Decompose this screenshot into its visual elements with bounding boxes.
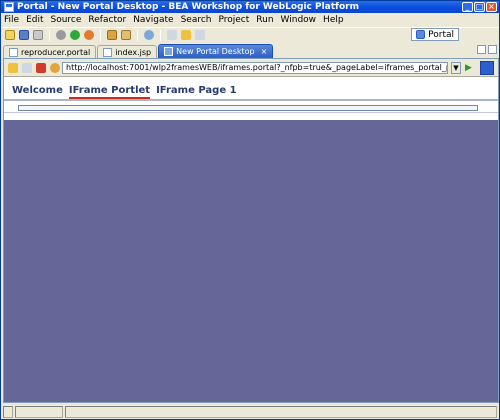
portal-tab-iframe-portlet[interactable]: IFrame Portlet	[68, 85, 151, 99]
debug-icon[interactable]	[56, 30, 66, 40]
window-title: Portal - New Portal Desktop - BEA Worksh…	[17, 2, 359, 12]
menu-window[interactable]: Window	[281, 15, 317, 25]
portal-header: Welcome IFrame Portlet IFrame Page 1	[4, 77, 498, 101]
tab-reproducer-portal[interactable]: reproducer.portal	[3, 45, 97, 58]
status-cell	[65, 406, 497, 418]
tab-label: index.jsp	[115, 47, 152, 57]
jsp-file-icon	[103, 47, 113, 57]
external-tools-icon[interactable]	[84, 30, 94, 40]
menu-help[interactable]: Help	[323, 15, 344, 25]
url-dropdown-icon[interactable]: ▼	[451, 62, 461, 74]
menu-file[interactable]: File	[4, 15, 19, 25]
search-icon[interactable]	[121, 30, 131, 40]
portal-perspective-icon	[416, 30, 426, 39]
iframe-portlet-frame	[18, 105, 478, 111]
perspective-switcher[interactable]: Portal	[411, 28, 459, 41]
globe-icon[interactable]	[144, 30, 154, 40]
browser-icon	[164, 47, 174, 56]
run-icon[interactable]	[70, 30, 80, 40]
app-icon	[4, 2, 14, 12]
tab-new-portal-desktop[interactable]: New Portal Desktop ×	[158, 44, 274, 58]
menu-run[interactable]: Run	[256, 15, 273, 25]
perspective-label: Portal	[428, 29, 454, 40]
open-type-icon[interactable]	[107, 30, 117, 40]
toolbar-separator	[160, 29, 161, 41]
maximize-button[interactable]: □	[474, 2, 485, 12]
tab-index-jsp[interactable]: index.jsp	[97, 45, 158, 58]
forward-icon[interactable]	[195, 30, 205, 40]
back-icon[interactable]	[8, 62, 18, 73]
maximize-view-icon[interactable]	[488, 45, 497, 54]
menu-navigate[interactable]: Navigate	[133, 15, 173, 25]
url-input[interactable]: http://localhost:7001/wlp2framesWEB/ifra…	[62, 62, 448, 74]
back-icon[interactable]	[181, 30, 191, 40]
menu-project[interactable]: Project	[218, 15, 249, 25]
editor-view-controls	[477, 45, 497, 54]
previous-annotation-icon[interactable]	[167, 30, 177, 40]
status-cell	[3, 406, 13, 418]
menu-source[interactable]: Source	[51, 15, 82, 25]
tab-label: reproducer.portal	[21, 47, 91, 57]
status-cell	[15, 406, 63, 418]
toolbar-separator	[49, 29, 50, 41]
window-controls: _ □ ×	[462, 2, 497, 12]
portal-file-icon	[9, 47, 18, 57]
toolbar-separator	[100, 29, 101, 41]
menu-edit[interactable]: Edit	[26, 15, 43, 25]
menu-refactor[interactable]: Refactor	[88, 15, 126, 25]
editor-tab-bar: reproducer.portal index.jsp New Portal D…	[3, 43, 499, 58]
status-bar	[1, 405, 499, 419]
browser-navbar: http://localhost:7001/wlp2framesWEB/ifra…	[4, 59, 498, 77]
portal-page-tabs: Welcome IFrame Portlet IFrame Page 1	[12, 85, 237, 99]
forward-icon[interactable]	[22, 62, 32, 73]
close-button[interactable]: ×	[486, 2, 497, 12]
toolbar-separator	[137, 29, 138, 41]
browser-settings-icon[interactable]	[480, 61, 494, 75]
menu-bar: File Edit Source Refactor Navigate Searc…	[1, 13, 499, 27]
minimize-view-icon[interactable]	[477, 45, 486, 54]
minimize-button[interactable]: _	[462, 2, 473, 12]
portal-tab-welcome[interactable]: Welcome	[12, 85, 63, 99]
print-icon[interactable]	[33, 30, 43, 40]
save-icon[interactable]	[19, 30, 29, 40]
portal-body	[4, 120, 498, 402]
refresh-icon[interactable]	[50, 62, 60, 73]
menu-search[interactable]: Search	[181, 15, 212, 25]
portal-tab-iframe-page-1[interactable]: IFrame Page 1	[156, 85, 236, 99]
tab-label: New Portal Desktop	[176, 47, 255, 56]
title-bar: Portal - New Portal Desktop - BEA Worksh…	[1, 1, 499, 13]
browser-editor: http://localhost:7001/wlp2framesWEB/ifra…	[3, 58, 499, 403]
close-tab-icon[interactable]: ×	[261, 47, 268, 56]
application-window: Portal - New Portal Desktop - BEA Worksh…	[0, 0, 500, 420]
new-icon[interactable]	[5, 30, 15, 40]
stop-icon[interactable]	[36, 62, 46, 73]
go-icon[interactable]: ▶	[465, 62, 477, 74]
